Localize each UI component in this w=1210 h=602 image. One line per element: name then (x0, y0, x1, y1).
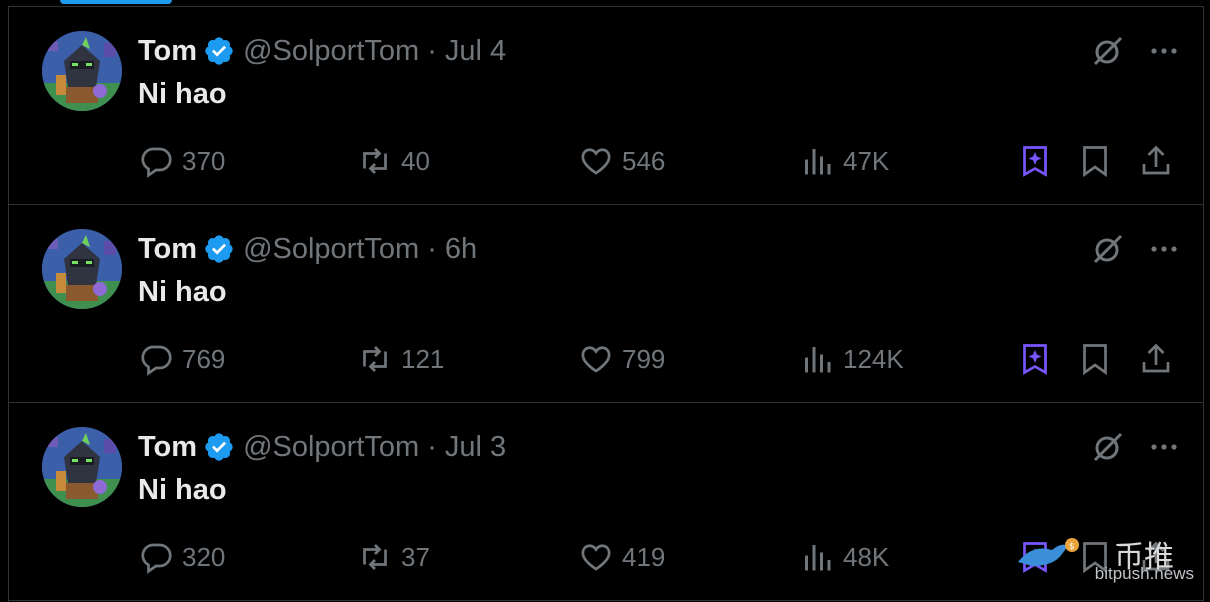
share-button[interactable] (1138, 141, 1174, 181)
heart-icon (581, 544, 611, 571)
tweet[interactable]: Tom @SolportTom · Jul 4 Ni hao 370 40 54… (9, 7, 1203, 205)
bookmark-button[interactable] (1077, 141, 1113, 181)
tweet-timestamp[interactable]: Jul 4 (445, 35, 506, 68)
share-button[interactable] (1138, 339, 1174, 379)
reply-count: 320 (182, 541, 226, 572)
reply-button[interactable]: 769 (138, 339, 225, 379)
views-icon (805, 545, 831, 571)
view-count: 124K (843, 343, 904, 374)
svg-text:$: $ (1069, 542, 1075, 552)
grok-bookmark-icon (1023, 146, 1047, 177)
like-count: 799 (622, 343, 666, 374)
views-button[interactable]: 48K (799, 537, 889, 577)
views-icon (805, 347, 831, 373)
retweet-icon (363, 148, 387, 174)
view-count: 47K (843, 145, 890, 176)
views-button[interactable]: 47K (799, 141, 889, 181)
author-name[interactable]: Tom (138, 35, 197, 68)
view-count: 48K (843, 541, 890, 572)
tweet-feed: Tom @SolportTom · Jul 4 Ni hao 370 40 54… (8, 6, 1204, 602)
retweet-count: 37 (401, 541, 430, 572)
reply-icon (141, 345, 172, 376)
more-icon[interactable] (1147, 430, 1181, 464)
reply-button[interactable]: 320 (138, 537, 225, 577)
bird-logo-icon: $ (1018, 538, 1079, 566)
tweet[interactable]: Tom @SolportTom · 6h Ni hao 769 121 799 … (9, 205, 1203, 403)
author-handle[interactable]: @SolportTom (243, 233, 419, 266)
reply-count: 370 (182, 145, 226, 176)
tweet-header: Tom @SolportTom · Jul 4 (138, 33, 506, 69)
tweet-timestamp[interactable]: Jul 3 (445, 431, 506, 464)
active-tab-indicator (60, 0, 172, 4)
reply-icon (141, 147, 172, 178)
grok-icon[interactable] (1091, 232, 1125, 266)
more-icon[interactable] (1147, 34, 1181, 68)
grok-icon[interactable] (1091, 34, 1125, 68)
tweet-text: Ni hao (138, 474, 227, 506)
like-count: 546 (622, 145, 666, 176)
verified-badge-icon (203, 35, 235, 67)
like-count: 419 (622, 541, 666, 572)
author-name[interactable]: Tom (138, 431, 197, 464)
tweet-top-icons (1091, 33, 1181, 69)
like-button[interactable]: 546 (578, 141, 665, 181)
bookmark-button[interactable] (1077, 339, 1113, 379)
retweet-button[interactable]: 37 (357, 537, 430, 577)
tweet-top-icons (1091, 231, 1181, 267)
grok-bookmark-button[interactable] (1017, 141, 1053, 181)
author-handle[interactable]: @SolportTom (243, 431, 419, 464)
separator-dot: · (427, 430, 437, 463)
reply-button[interactable]: 370 (138, 141, 225, 181)
reply-count: 769 (182, 343, 226, 374)
retweet-icon (363, 544, 387, 570)
tweet-text: Ni hao (138, 276, 227, 308)
tweet-top-icons (1091, 429, 1181, 465)
share-icon (1142, 145, 1170, 175)
avatar[interactable] (42, 31, 122, 111)
reply-icon (141, 543, 172, 574)
timeline-page: Tom @SolportTom · Jul 4 Ni hao 370 40 54… (0, 0, 1210, 602)
heart-icon (581, 148, 611, 175)
grok-bookmark-icon (1023, 344, 1047, 375)
separator-dot: · (427, 34, 437, 67)
avatar[interactable] (42, 427, 122, 507)
share-icon (1142, 343, 1170, 373)
verified-badge-icon (203, 233, 235, 265)
bitpush-watermark: $ 币推 bitpush.news (1014, 532, 1194, 584)
like-button[interactable]: 419 (578, 537, 665, 577)
separator-dot: · (427, 232, 437, 265)
retweet-count: 121 (401, 343, 445, 374)
retweet-count: 40 (401, 145, 430, 176)
author-handle[interactable]: @SolportTom (243, 35, 419, 68)
grok-icon[interactable] (1091, 430, 1125, 464)
more-icon[interactable] (1147, 232, 1181, 266)
tweet-text: Ni hao (138, 78, 227, 110)
tweet-header: Tom @SolportTom · Jul 3 (138, 429, 506, 465)
tweet-actions: 769 121 799 124K (9, 339, 1203, 379)
tweet-actions: 370 40 546 47K (9, 141, 1203, 181)
views-button[interactable]: 124K (799, 339, 904, 379)
verified-badge-icon (203, 431, 235, 463)
tweet-header: Tom @SolportTom · 6h (138, 231, 477, 267)
bookmark-icon (1083, 344, 1107, 376)
views-icon (805, 149, 831, 175)
bookmark-icon (1083, 146, 1107, 178)
retweet-icon (363, 346, 387, 372)
author-name[interactable]: Tom (138, 233, 197, 266)
tweet-timestamp[interactable]: 6h (445, 233, 477, 266)
retweet-button[interactable]: 121 (357, 339, 444, 379)
like-button[interactable]: 799 (578, 339, 665, 379)
watermark-brand-url: bitpush.news (1094, 564, 1194, 583)
retweet-button[interactable]: 40 (357, 141, 430, 181)
grok-bookmark-button[interactable] (1017, 339, 1053, 379)
avatar[interactable] (42, 229, 122, 309)
heart-icon (581, 346, 611, 373)
